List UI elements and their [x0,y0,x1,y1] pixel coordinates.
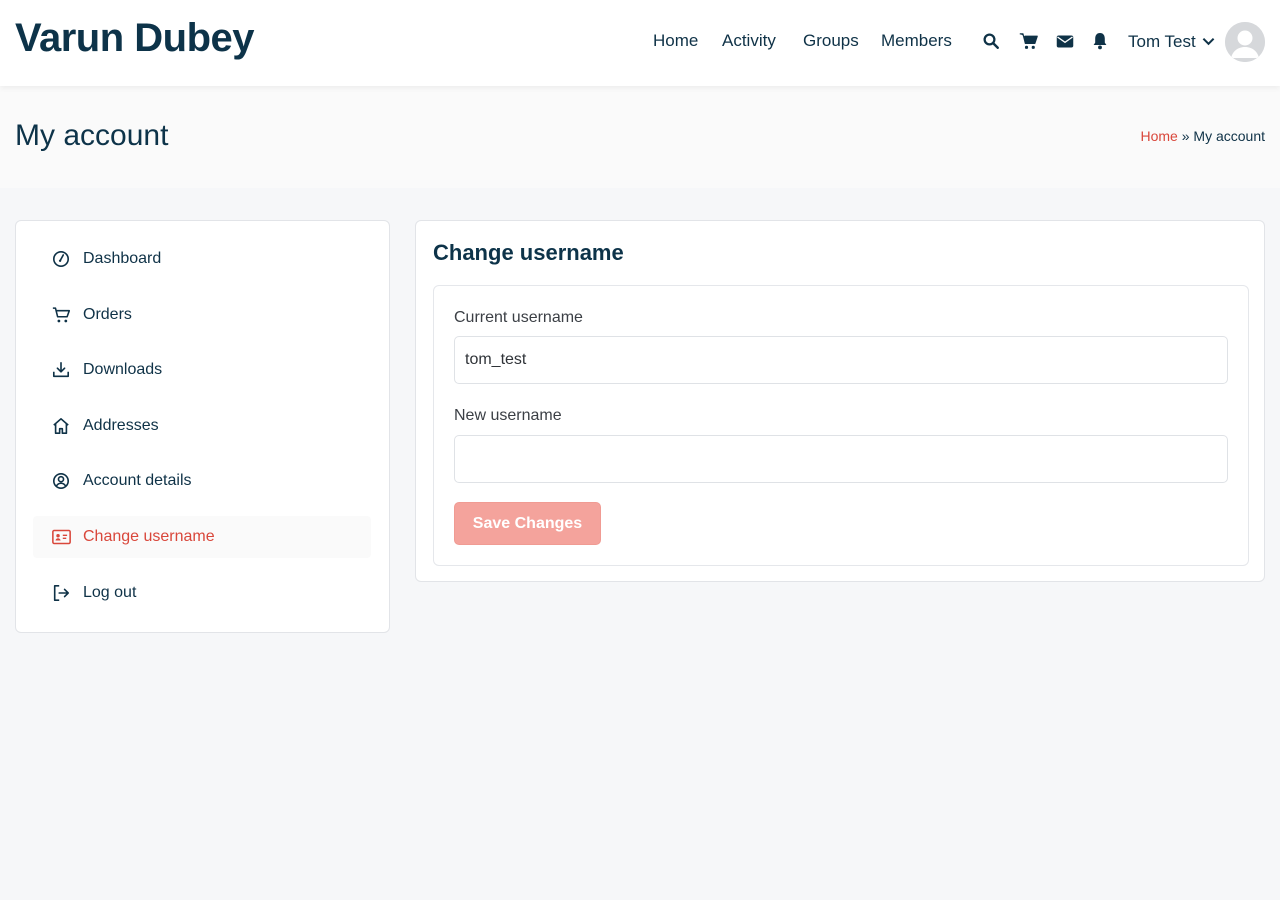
chevron-down-icon [1202,33,1215,51]
current-username-label: Current username [454,309,583,326]
page-title-bar: My account Home » My account [0,86,1280,188]
nav-members[interactable]: Members [881,31,952,51]
nav-groups[interactable]: Groups [803,31,859,51]
sidebar-item-label: Dashboard [83,250,162,267]
search-icon[interactable] [981,31,1001,51]
sidebar-item-downloads[interactable]: Downloads [33,349,371,391]
cart-icon[interactable] [1018,31,1038,51]
id-card-icon [51,527,71,547]
download-icon [51,360,71,380]
current-username-input[interactable] [454,336,1228,384]
new-username-input[interactable] [454,435,1228,483]
home-icon [51,416,71,436]
breadcrumb: Home » My account [1140,128,1265,144]
breadcrumb-home-link[interactable]: Home [1140,128,1177,144]
change-username-card: Change username Current username New use… [415,220,1265,582]
dashboard-icon [51,249,71,269]
sidebar-item-label: Account details [83,472,192,489]
account-sidebar: Dashboard Orders Downloads Addresses Acc… [15,220,390,633]
logout-icon [51,583,71,603]
sidebar-item-log-out[interactable]: Log out [33,572,371,614]
sidebar-item-addresses[interactable]: Addresses [33,405,371,447]
section-title: Change username [433,240,624,265]
mail-icon[interactable] [1055,31,1075,51]
sidebar-item-label: Log out [83,584,137,601]
sidebar-item-label: Downloads [83,361,163,378]
breadcrumb-current: My account [1193,128,1265,144]
bell-icon[interactable] [1090,31,1110,51]
cart-icon [51,305,71,325]
sidebar-item-label: Orders [83,306,132,323]
new-username-label: New username [454,407,562,424]
save-changes-button[interactable]: Save Changes [454,502,601,545]
sidebar-item-account-details[interactable]: Account details [33,460,371,502]
page-title: My account [15,119,169,152]
user-menu[interactable]: Tom Test [1128,31,1215,53]
nav-activity[interactable]: Activity [722,31,776,51]
sidebar-item-change-username[interactable]: Change username [33,516,371,558]
avatar[interactable] [1225,22,1265,62]
site-header: Varun Dubey Home Activity Groups Members… [0,0,1280,86]
user-name: Tom Test [1128,32,1196,51]
breadcrumb-separator: » [1181,128,1190,144]
sidebar-item-orders[interactable]: Orders [33,294,371,336]
sidebar-item-label: Change username [83,528,215,545]
site-title[interactable]: Varun Dubey [15,16,255,61]
nav-home[interactable]: Home [653,31,698,51]
change-username-form: Current username New username Save Chang… [433,285,1249,566]
user-circle-icon [51,471,71,491]
sidebar-item-dashboard[interactable]: Dashboard [33,238,371,280]
sidebar-item-label: Addresses [83,417,159,434]
